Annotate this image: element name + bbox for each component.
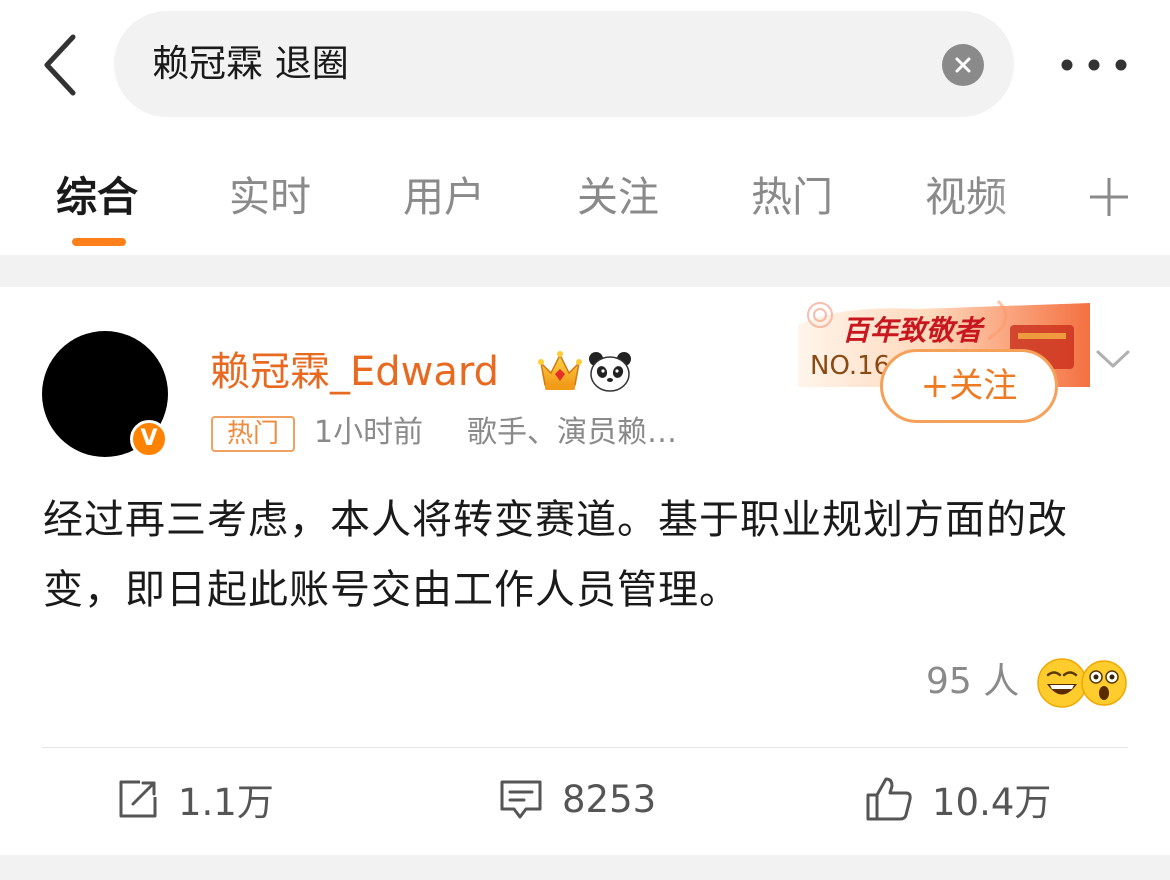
chevron-down-icon bbox=[1096, 350, 1130, 368]
user-description: 歌手、演员赖… bbox=[467, 415, 677, 450]
like-button[interactable]: 10.4万 bbox=[864, 763, 1051, 835]
like-count: 10.4万 bbox=[932, 781, 1052, 824]
clear-icon bbox=[955, 57, 971, 73]
search-input[interactable]: 赖冠霖 退圈 bbox=[152, 11, 349, 117]
more-horizontal-icon bbox=[1061, 59, 1127, 71]
reaction-count: 95 人 bbox=[926, 661, 1020, 702]
comment-button[interactable]: 8253 bbox=[498, 763, 656, 835]
divider bbox=[42, 747, 1128, 748]
plus-icon bbox=[1090, 178, 1128, 216]
tab-realtime[interactable]: 实时 bbox=[229, 167, 311, 227]
post-username[interactable]: 赖冠霖_Edward bbox=[210, 345, 499, 399]
more-button[interactable] bbox=[1052, 40, 1136, 90]
search-tabs: 综合 实时 用户 关注 热门 视频 bbox=[0, 150, 1170, 250]
post-card: V 赖冠霖_Edward 热门 1小时前 歌手、演员赖… 百年致敬者 NO.16… bbox=[0, 287, 1170, 855]
chevron-left-icon bbox=[44, 34, 76, 96]
tab-hot[interactable]: 热门 bbox=[751, 167, 833, 227]
banner-title: 百年致敬者 bbox=[842, 314, 983, 347]
hot-tag: 热门 bbox=[211, 416, 295, 452]
repost-button[interactable]: 1.1万 bbox=[116, 763, 274, 835]
post-content[interactable]: 经过再三考虑，本人将转变赛道。基于职业规划方面的改变，即日起此账号交由工作人员管… bbox=[43, 485, 1133, 625]
surprised-emoji-icon bbox=[1081, 660, 1127, 706]
post-menu-button[interactable] bbox=[1088, 339, 1138, 379]
post-time: 1小时前 bbox=[314, 415, 424, 450]
thumbs-up-icon bbox=[866, 777, 912, 821]
follow-button[interactable]: +关注 bbox=[880, 349, 1058, 423]
active-tab-indicator bbox=[72, 238, 126, 246]
tab-users[interactable]: 用户 bbox=[403, 167, 485, 227]
banner-rank: NO.16 bbox=[810, 351, 891, 381]
tab-comprehensive[interactable]: 综合 bbox=[56, 167, 138, 227]
header: 赖冠霖 退圈 综合 实时 用户 关注 热门 视频 bbox=[0, 0, 1170, 255]
repost-icon bbox=[119, 780, 157, 818]
tab-following[interactable]: 关注 bbox=[577, 167, 659, 227]
back-button[interactable] bbox=[30, 30, 90, 100]
tab-video[interactable]: 视频 bbox=[925, 167, 1007, 227]
search-box[interactable]: 赖冠霖 退圈 bbox=[114, 11, 1014, 117]
add-tab-button[interactable] bbox=[1082, 170, 1136, 224]
comment-count: 8253 bbox=[562, 777, 657, 821]
comment-icon bbox=[500, 780, 542, 819]
verified-badge-icon: V bbox=[130, 420, 168, 458]
crown-icon bbox=[538, 351, 582, 390]
panda-icon bbox=[589, 352, 631, 392]
clear-search-button[interactable] bbox=[942, 44, 984, 86]
repost-count: 1.1万 bbox=[178, 781, 274, 824]
